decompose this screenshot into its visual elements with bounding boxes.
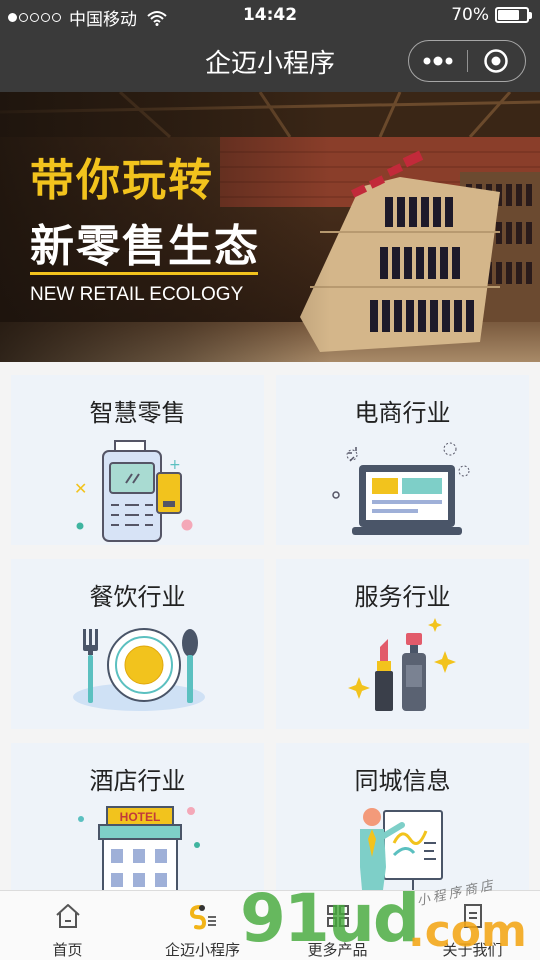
apps-icon — [326, 905, 349, 927]
tab-about-us[interactable]: 关于我们 — [405, 891, 540, 960]
card-local-info[interactable]: 同城信息 — [276, 743, 529, 913]
tab-qimai[interactable]: 企迈小程序 — [135, 891, 270, 960]
banner-subheadline: 新零售生态 — [30, 221, 260, 272]
target-close-icon — [484, 49, 508, 73]
tab-home[interactable]: 首页 — [0, 891, 135, 960]
tab-label: 关于我们 — [442, 941, 503, 959]
svg-text:✕: ✕ — [74, 479, 87, 498]
battery-status: 70% — [451, 5, 532, 25]
bottom-tab-bar: 首页 企迈小程序 更多产品 关于我们 — [0, 890, 540, 960]
card-label: 电商行业 — [354, 399, 451, 427]
card-label: 服务行业 — [354, 583, 451, 611]
status-bar: 中国移动 14:42 70% — [0, 0, 540, 30]
tab-more-products[interactable]: 更多产品 — [270, 891, 405, 960]
document-icon — [463, 904, 482, 928]
more-menu-button[interactable] — [409, 41, 467, 81]
tab-label: 首页 — [52, 941, 83, 959]
pos-terminal-icon: ✕ + — [74, 440, 193, 542]
banner-headline: 带你玩转 — [30, 155, 214, 206]
svg-text:+: + — [169, 457, 181, 473]
card-label: 餐饮行业 — [89, 583, 186, 611]
battery-percent: 70% — [451, 5, 489, 25]
card-label: 智慧零售 — [89, 399, 186, 427]
banner-divider — [30, 272, 258, 275]
card-hotel[interactable]: 酒店行业 HOTEL — [11, 743, 264, 913]
dinner-plate-icon — [73, 628, 205, 711]
card-label: 同城信息 — [354, 767, 451, 795]
tab-label: 企迈小程序 — [164, 941, 240, 959]
home-icon — [55, 904, 80, 928]
more-dots-icon — [423, 56, 453, 66]
battery-icon — [495, 7, 532, 23]
card-services[interactable]: 服务行业 — [276, 559, 529, 729]
banner-english-caption: NEW RETAIL ECOLOGY — [30, 284, 244, 305]
card-label: 酒店行业 — [89, 767, 186, 795]
mini-program-capsule — [408, 40, 526, 82]
close-program-button[interactable] — [468, 41, 526, 81]
logo-icon — [189, 905, 216, 930]
card-smart-retail[interactable]: 智慧零售 ✕ + — [11, 375, 264, 545]
cosmetics-icon — [348, 618, 456, 711]
navigation-bar: 企迈小程序 — [0, 30, 540, 92]
hero-banner[interactable]: 带你玩转 新零售生态 NEW RETAIL ECOLOGY — [0, 92, 540, 362]
card-ecommerce[interactable]: 电商行业 — [276, 375, 529, 545]
card-catering[interactable]: 餐饮行业 — [11, 559, 264, 729]
tab-label: 更多产品 — [307, 941, 368, 959]
laptop-icon — [332, 442, 470, 535]
svg-text:HOTEL: HOTEL — [120, 810, 161, 824]
